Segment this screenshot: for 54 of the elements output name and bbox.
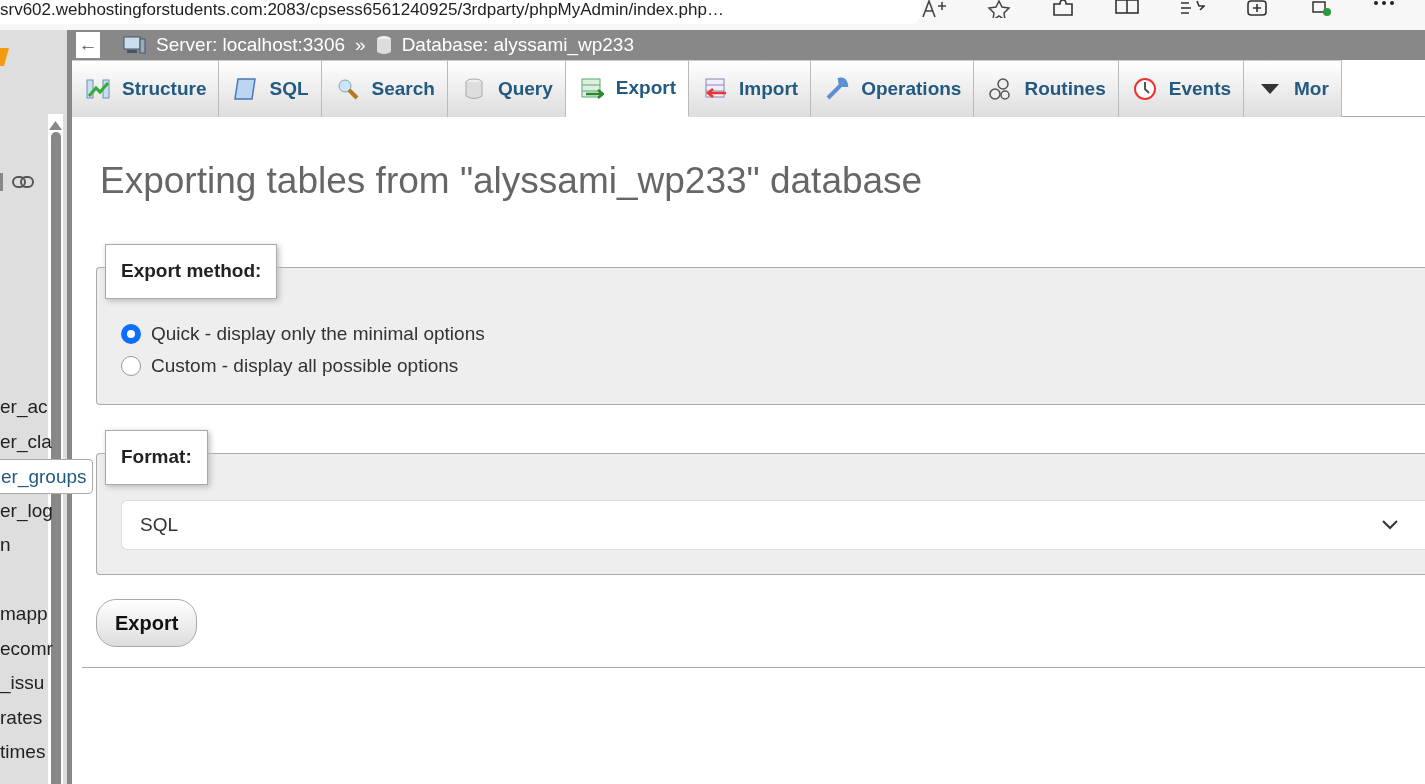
puzzle-icon[interactable]: [1051, 0, 1075, 16]
star-icon[interactable]: [987, 0, 1011, 18]
radio-button[interactable]: [121, 356, 141, 377]
nav-tab[interactable]: Events: [1118, 60, 1245, 117]
search-icon: [335, 77, 360, 101]
export-method-legend: Export method:: [105, 244, 278, 299]
nav-tab[interactable]: SQL: [219, 60, 322, 117]
scroll-up-icon[interactable]: [48, 119, 63, 131]
radio-label[interactable]: Custom - display all possible options: [151, 352, 459, 381]
address-bar[interactable]: srv602.webhostingforstudents.com:2083/cpsess6561240925/3rdparty/phpMyAdmin/index.php…: [0, 0, 921, 24]
table-arrow-icon: [579, 76, 604, 101]
nav-tab[interactable]: Export: [565, 60, 689, 117]
collections-icon[interactable]: [1245, 0, 1269, 16]
nav-tab[interactable]: Structure: [72, 60, 220, 117]
export-button[interactable]: Export: [96, 599, 198, 648]
nav-tab[interactable]: Mor: [1244, 60, 1342, 117]
table-link[interactable]: er_groups: [0, 459, 93, 494]
nav-tab[interactable]: Query: [447, 60, 566, 117]
radio-button[interactable]: [121, 324, 141, 345]
table-link[interactable]: er_ac: [0, 396, 48, 417]
breadcrumb-separator: »: [355, 32, 366, 57]
nav-tab[interactable]: Search: [321, 60, 448, 117]
table-link[interactable]: er_cla: [0, 430, 52, 452]
radio-label[interactable]: Quick - display only the minimal options: [151, 320, 485, 349]
nav-tab[interactable]: Operations: [811, 60, 975, 117]
nav-tab[interactable]: Import: [689, 60, 812, 117]
table-link[interactable]: n: [0, 534, 11, 555]
database-link[interactable]: Database: alyssami_wp233: [401, 30, 634, 60]
table-link[interactable]: _issu: [0, 672, 45, 693]
scroll-icon: [233, 77, 258, 101]
structure-icon: [86, 77, 110, 101]
table-link[interactable]: mapp: [0, 603, 48, 624]
page-heading: Exporting tables from "alyssami_wp233" database: [100, 159, 924, 203]
back-button[interactable]: ←: [76, 32, 100, 58]
table-link[interactable]: rates: [0, 706, 43, 728]
chevron-down-icon: [1381, 519, 1399, 532]
address-text: srv602.webhostingforstudents.com:2083/cpsess6561240925/3rdparty/phpMyAdmin/index.php…: [0, 0, 724, 19]
table-link[interactable]: ecomr: [0, 637, 53, 659]
link-icon[interactable]: [12, 176, 34, 188]
table-link[interactable]: er_log: [0, 499, 53, 521]
gears-icon: [988, 77, 1013, 101]
table-link[interactable]: times: [0, 741, 46, 762]
extension-status-icon[interactable]: [1309, 0, 1333, 16]
more-options-icon[interactable]: [1373, 0, 1395, 8]
clock-icon: [1132, 77, 1157, 101]
nav-tab[interactable]: Routines: [974, 60, 1119, 117]
wrench-icon: [825, 77, 850, 101]
server-link[interactable]: Server: localhost:3306: [156, 30, 346, 60]
read-aloud-icon[interactable]: [921, 0, 947, 18]
split-screen-icon[interactable]: [1115, 0, 1139, 14]
format-select[interactable]: SQL: [121, 500, 1425, 551]
server-icon: [122, 35, 146, 55]
format-legend: Format:: [105, 430, 208, 485]
database-icon: [375, 35, 392, 55]
